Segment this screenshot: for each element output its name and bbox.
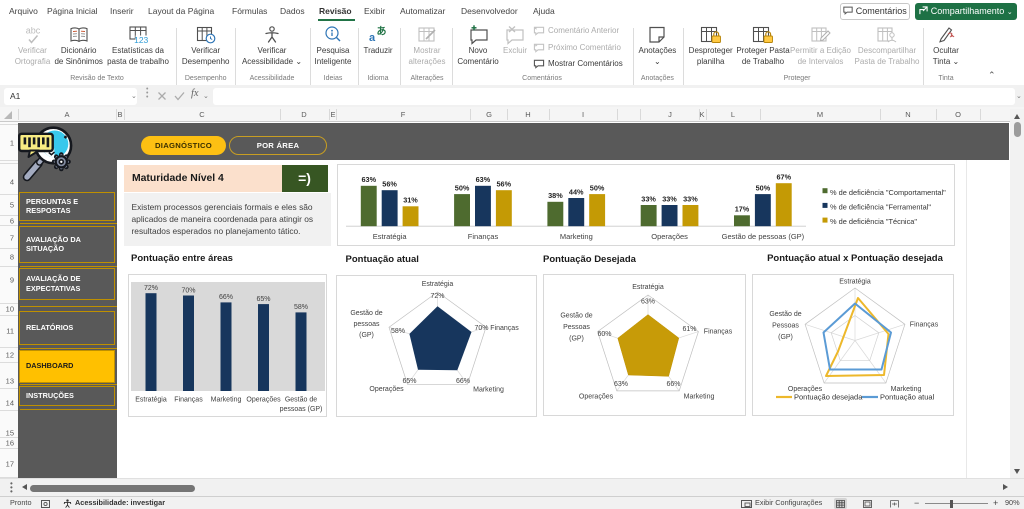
svg-text:Gestão de: Gestão de [285,397,317,404]
svg-text:Operações: Operações [369,386,404,393]
svg-text:% de deficiência "Ferramental": % de deficiência "Ferramental" [830,203,931,212]
svg-text:Pontuação desejada: Pontuação desejada [794,392,863,401]
svg-text:Marketing: Marketing [684,394,715,401]
svg-text:58%: 58% [294,304,308,311]
svg-text:33%: 33% [641,194,656,203]
svg-text:63%: 63% [361,175,376,184]
svg-text:Marketing: Marketing [560,232,593,241]
svg-text:Estratégia: Estratégia [632,284,664,291]
svg-text:70%: 70% [181,287,195,294]
svg-text:66%: 66% [219,294,233,301]
svg-text:(GP): (GP) [569,336,584,343]
svg-text:Gestão de: Gestão de [769,311,801,318]
svg-text:66%: 66% [455,378,469,385]
svg-text:50%: 50% [756,184,771,193]
svg-text:Marketing: Marketing [473,387,504,394]
svg-text:38%: 38% [548,191,563,200]
svg-text:Finanças: Finanças [468,232,499,241]
svg-text:63%: 63% [476,175,491,184]
svg-text:% de deficiência "Técnica": % de deficiência "Técnica" [830,217,917,226]
svg-text:Gestão de pessoas (GP): Gestão de pessoas (GP) [722,232,805,241]
svg-text:44%: 44% [569,187,584,196]
svg-text:60%: 60% [597,331,611,338]
svg-text:(GP): (GP) [359,332,374,339]
svg-text:31%: 31% [403,196,418,205]
svg-text:33%: 33% [683,194,698,203]
svg-text:66%: 66% [666,381,680,388]
svg-text:Pessoas: Pessoas [563,324,590,331]
svg-text:a: a [369,32,376,44]
svg-text:pessoas: pessoas [353,321,380,328]
svg-text:50%: 50% [455,184,470,193]
svg-text:Gestão de: Gestão de [350,310,382,317]
svg-text:Operações: Operações [579,394,614,401]
svg-text:72%: 72% [144,285,158,292]
svg-text:65%: 65% [402,378,416,385]
svg-text:67%: 67% [776,173,791,182]
svg-text:63%: 63% [614,381,628,388]
svg-text:Operações: Operações [246,397,281,404]
svg-text:63%: 63% [641,299,655,306]
svg-text:56%: 56% [382,180,397,189]
svg-text:61%: 61% [682,326,696,333]
svg-text:123: 123 [134,35,148,45]
svg-text:Estratégia: Estratégia [373,232,408,241]
svg-text:50%: 50% [590,184,605,193]
svg-text:Gestão de: Gestão de [560,313,592,320]
svg-text:Pontuação atual: Pontuação atual [880,392,935,401]
svg-text:(GP): (GP) [778,334,793,341]
svg-text:Finanças: Finanças [174,397,203,404]
svg-text:72%: 72% [430,293,444,300]
svg-text:33%: 33% [662,194,677,203]
svg-text:Estratégia: Estratégia [421,281,453,288]
svg-text:Operações: Operações [651,232,688,241]
svg-text:Estratégia: Estratégia [839,278,871,285]
svg-text:% de deficiência "Comportament: % de deficiência "Comportamental" [830,188,946,197]
svg-text:Finanças: Finanças [704,329,733,336]
svg-text:abc: abc [25,26,40,36]
svg-text:58%: 58% [390,328,404,335]
svg-text:Marketing: Marketing [211,397,242,404]
svg-text:70%: 70% [474,325,488,332]
svg-text:Estratégia: Estratégia [135,397,167,404]
svg-text:Finanças: Finanças [490,325,519,332]
svg-text:17%: 17% [735,205,750,214]
svg-text:pessoas (GP): pessoas (GP) [280,406,323,413]
svg-text:65%: 65% [256,296,270,303]
svg-text:Finanças: Finanças [910,321,939,328]
svg-text:あ: あ [377,25,387,38]
svg-text:Pessoas: Pessoas [772,322,799,329]
svg-text:56%: 56% [496,180,511,189]
